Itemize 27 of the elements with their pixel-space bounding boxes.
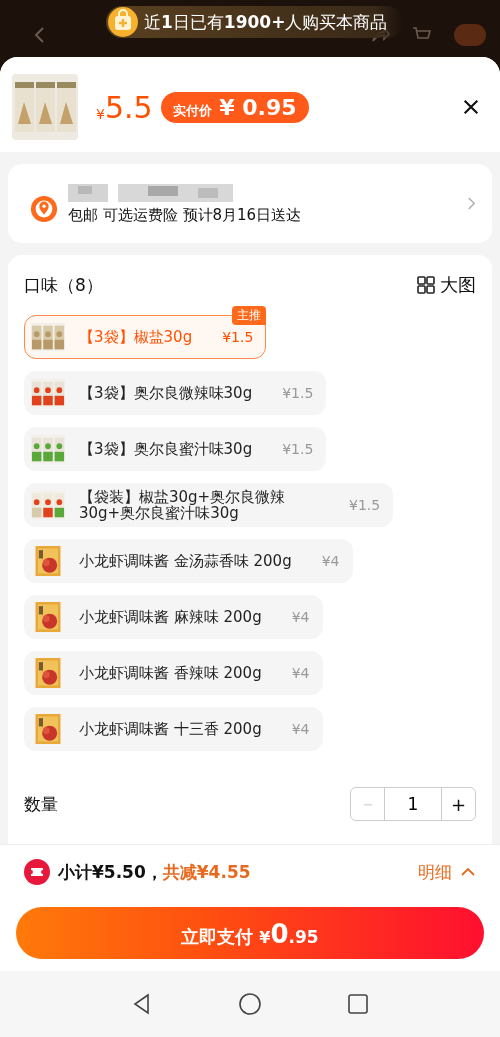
close-icon[interactable]: [462, 98, 480, 116]
shopping-bag-icon: [108, 7, 138, 37]
section-title: 口味（8）: [24, 273, 103, 297]
subtotal: 小计¥5.50，: [58, 860, 163, 884]
pay-now-button[interactable]: 立即支付 ¥0.95: [16, 907, 484, 959]
flavor-option[interactable]: 小龙虾调味酱 金汤蒜香味 200g ¥4: [24, 539, 353, 583]
flavor-option[interactable]: 【3袋】奥尔良蜜汁味30g ¥1.5: [24, 427, 327, 471]
recommended-badge: 主推: [232, 306, 267, 325]
chevron-up-icon: [460, 867, 476, 877]
quantity-label: 数量: [24, 792, 58, 816]
actual-price-badge: 实付价 ¥ 0.95: [160, 91, 309, 123]
recent-apps-icon[interactable]: [346, 992, 370, 1016]
currency-sign: ¥: [96, 106, 105, 122]
coupon-icon: [24, 859, 50, 885]
price: 5.5: [104, 89, 153, 125]
large-image-toggle[interactable]: 大图: [416, 273, 476, 297]
banner-text: 近1日已有1900+人购买本商品: [144, 10, 388, 34]
home-icon[interactable]: [238, 992, 262, 1016]
grid-icon: [416, 275, 436, 295]
flavor-option[interactable]: 小龙虾调味酱 十三香 200g ¥4: [24, 707, 323, 751]
delivery-info: 包邮 可选运费险 预计8月16日送达: [68, 206, 303, 225]
flavor-option[interactable]: 小龙虾调味酱 麻辣味 200g ¥4: [24, 595, 323, 639]
flavor-option[interactable]: 小龙虾调味酱 香辣味 200g ¥4: [24, 651, 323, 695]
location-pin-icon: [30, 194, 58, 223]
flavor-option[interactable]: 【3袋】奥尔良微辣味30g ¥1.5: [24, 371, 327, 415]
flavor-option[interactable]: 【袋装】椒盐30g+奥尔良微辣30g+奥尔良蜜汁味30g ¥1.5: [24, 483, 394, 527]
discount-total: 共减¥4.55: [162, 860, 251, 884]
